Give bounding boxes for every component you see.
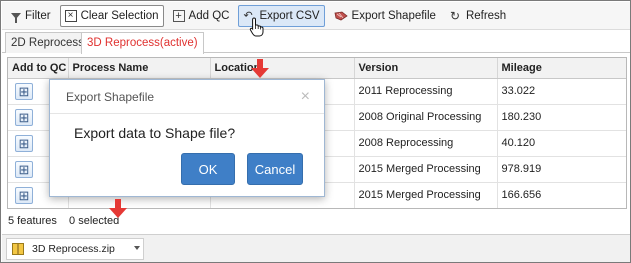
version-cell: 2008 Original Processing — [354, 104, 498, 131]
tab-label: 3D Reprocess(active) — [87, 37, 198, 49]
refresh-icon: ↻ — [449, 8, 460, 23]
export-shapefile-dialog: Export Shapefile × Export data to Shape … — [49, 79, 325, 197]
ok-button[interactable]: OK — [181, 153, 235, 185]
chevron-down-icon[interactable] — [134, 246, 140, 250]
export-csv-label: Export CSV — [259, 9, 320, 22]
add-to-qc-button[interactable] — [15, 82, 33, 100]
column-header-version[interactable]: Version — [354, 58, 498, 79]
version-cell: 2008 Reprocessing — [354, 130, 498, 157]
mileage-cell: 978.919 — [497, 156, 626, 183]
add-box-icon: + — [172, 9, 185, 22]
clear-icon: × — [64, 9, 77, 22]
add-to-qc-button[interactable] — [15, 160, 33, 178]
export-shapefile-button[interactable]: Export Shapefile — [329, 5, 441, 27]
close-icon[interactable]: × — [301, 80, 310, 114]
filter-button[interactable]: Filter — [6, 5, 56, 27]
toolbar: Filter × Clear Selection + Add QC ↶ Expo… — [2, 2, 630, 30]
status-bar: 5 features 0 selected — [8, 215, 119, 227]
column-header-mileage[interactable]: Mileage — [497, 58, 626, 79]
annotation-arrow-dialog — [251, 59, 269, 79]
mileage-cell: 180.230 — [497, 104, 626, 131]
add-to-qc-button[interactable] — [15, 186, 33, 204]
zip-file-icon — [12, 243, 24, 255]
version-cell: 2015 Merged Processing — [354, 182, 498, 208]
version-cell: 2015 Merged Processing — [354, 156, 498, 183]
dialog-message: Export data to Shape file? — [74, 125, 236, 141]
tab-2d-reprocess[interactable]: 2D Reprocess — [5, 32, 90, 53]
tab-label: 2D Reprocess — [11, 37, 84, 49]
clear-selection-button[interactable]: × Clear Selection — [59, 4, 164, 27]
download-filename: 3D Reprocess.zip — [32, 243, 115, 255]
annotation-arrow-download — [109, 199, 127, 219]
cancel-button[interactable]: Cancel — [247, 153, 303, 185]
mileage-cell: 40.120 — [497, 130, 626, 157]
app-window: Filter × Clear Selection + Add QC ↶ Expo… — [0, 0, 631, 263]
add-qc-label: Add QC — [188, 9, 230, 22]
tab-strip: 2D Reprocess 3D Reprocess(active) — [2, 31, 630, 54]
clear-selection-label: Clear Selection — [80, 9, 159, 22]
export-shapefile-label: Export Shapefile — [351, 9, 436, 22]
download-bar: 3D Reprocess.zip — [2, 234, 630, 262]
column-header-add-to-qc[interactable]: Add to QC — [8, 58, 69, 79]
filter-icon — [11, 12, 21, 23]
add-to-qc-button[interactable] — [15, 134, 33, 152]
version-cell: 2011 Reprocessing — [354, 78, 498, 105]
feature-count: 5 features — [8, 215, 57, 227]
mileage-cell: 33.022 — [497, 78, 626, 105]
add-qc-button[interactable]: + Add QC — [168, 5, 235, 27]
table-header-row: Add to QC Process Name Location Version … — [8, 58, 626, 79]
download-item[interactable]: 3D Reprocess.zip — [6, 238, 144, 260]
refresh-label: Refresh — [465, 9, 507, 22]
mileage-cell: 166.656 — [497, 182, 626, 208]
hand-cursor-icon — [249, 17, 264, 37]
dialog-header: Export Shapefile × — [50, 80, 324, 114]
tab-3d-reprocess[interactable]: 3D Reprocess(active) — [81, 32, 204, 54]
add-to-qc-button[interactable] — [15, 108, 33, 126]
refresh-button[interactable]: ↻ Refresh — [445, 5, 511, 27]
dialog-title: Export Shapefile — [66, 90, 155, 104]
column-header-process-name[interactable]: Process Name — [68, 58, 211, 79]
column-header-location[interactable]: Location — [210, 58, 355, 79]
shapefile-icon — [334, 11, 348, 20]
filter-label: Filter — [25, 9, 51, 22]
